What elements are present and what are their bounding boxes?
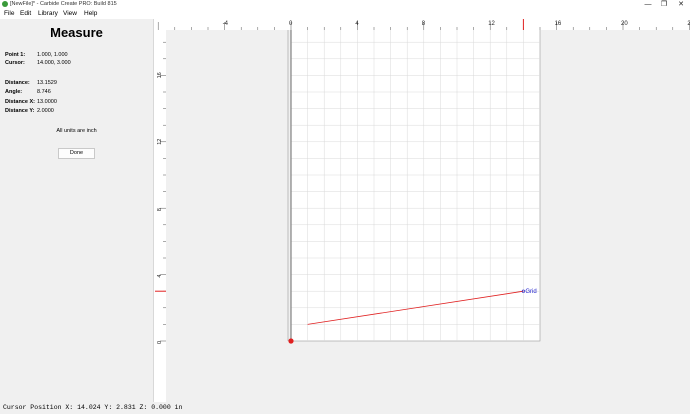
- angle-label: Angle:: [5, 89, 23, 95]
- ruler-x-label: 20: [621, 21, 628, 27]
- ruler-x-label: 16: [555, 21, 562, 27]
- distance-x-label: Distance X:: [5, 99, 35, 105]
- distance-value: 13.1529: [37, 80, 57, 86]
- point1-value: 1.000, 1.000: [37, 52, 68, 58]
- app-logo-icon: [2, 1, 8, 7]
- minimize-button[interactable]: —: [641, 0, 655, 9]
- menu-view[interactable]: View: [63, 9, 77, 19]
- distance-x-value: 13.0000: [37, 99, 57, 105]
- measure-panel: Measure Point 1: 1.000, 1.000 Cursor: 14…: [0, 19, 154, 402]
- distance-y-label: Distance Y:: [5, 108, 35, 114]
- ruler-x-label: 0: [289, 21, 293, 27]
- distance-y-value: 2.0000: [37, 108, 54, 114]
- menu-library[interactable]: Library: [38, 9, 58, 19]
- title-bar: [NewFile]* - Carbide Create PRO: Build 8…: [0, 0, 690, 9]
- done-button[interactable]: Done: [58, 148, 95, 159]
- menu-bar: File Edit Library View Help: [0, 9, 690, 19]
- ruler-y-label: 4: [157, 275, 163, 278]
- point1-label: Point 1:: [5, 52, 26, 58]
- ruler-x-label: -4: [223, 21, 229, 27]
- design-canvas[interactable]: Grid: [166, 25, 690, 402]
- ruler-y-label: 8: [157, 208, 163, 211]
- vertical-ruler-ticks: 16 12 8 4 0: [155, 41, 166, 344]
- units-note: All units are inch: [56, 128, 97, 134]
- maximize-button[interactable]: ❐: [657, 0, 671, 9]
- ruler-y-label: 12: [157, 139, 163, 145]
- cursor-label: Cursor:: [5, 60, 25, 66]
- cursor-value: 14.000, 3.000: [37, 60, 71, 66]
- ruler-y-label: 16: [157, 72, 163, 78]
- window-title: [NewFile]* - Carbide Create PRO: Build 8…: [10, 1, 117, 7]
- close-button[interactable]: ✕: [674, 0, 688, 9]
- horizontal-ruler-ticks: -404812162024: [157, 19, 690, 30]
- distance-label: Distance:: [5, 80, 30, 86]
- cursor-position-readout: Cursor Position X: 14.024 Y: 2.831 Z: 0.…: [3, 404, 183, 411]
- origin-marker-icon: [288, 338, 294, 344]
- menu-file[interactable]: File: [4, 9, 14, 19]
- snap-label: Grid: [525, 289, 536, 295]
- ruler-x-label: 12: [488, 21, 495, 27]
- canvas-drawing: Grid: [287, 25, 541, 344]
- menu-help[interactable]: Help: [84, 9, 97, 19]
- angle-value: 8.746: [37, 89, 51, 95]
- status-bar: Cursor Position X: 14.024 Y: 2.831 Z: 0.…: [0, 402, 690, 414]
- ruler-y-label: 0: [157, 341, 163, 344]
- panel-title: Measure: [50, 25, 103, 40]
- ruler-x-label: 8: [422, 21, 426, 27]
- ruler-x-label: 4: [355, 21, 359, 27]
- menu-edit[interactable]: Edit: [20, 9, 31, 19]
